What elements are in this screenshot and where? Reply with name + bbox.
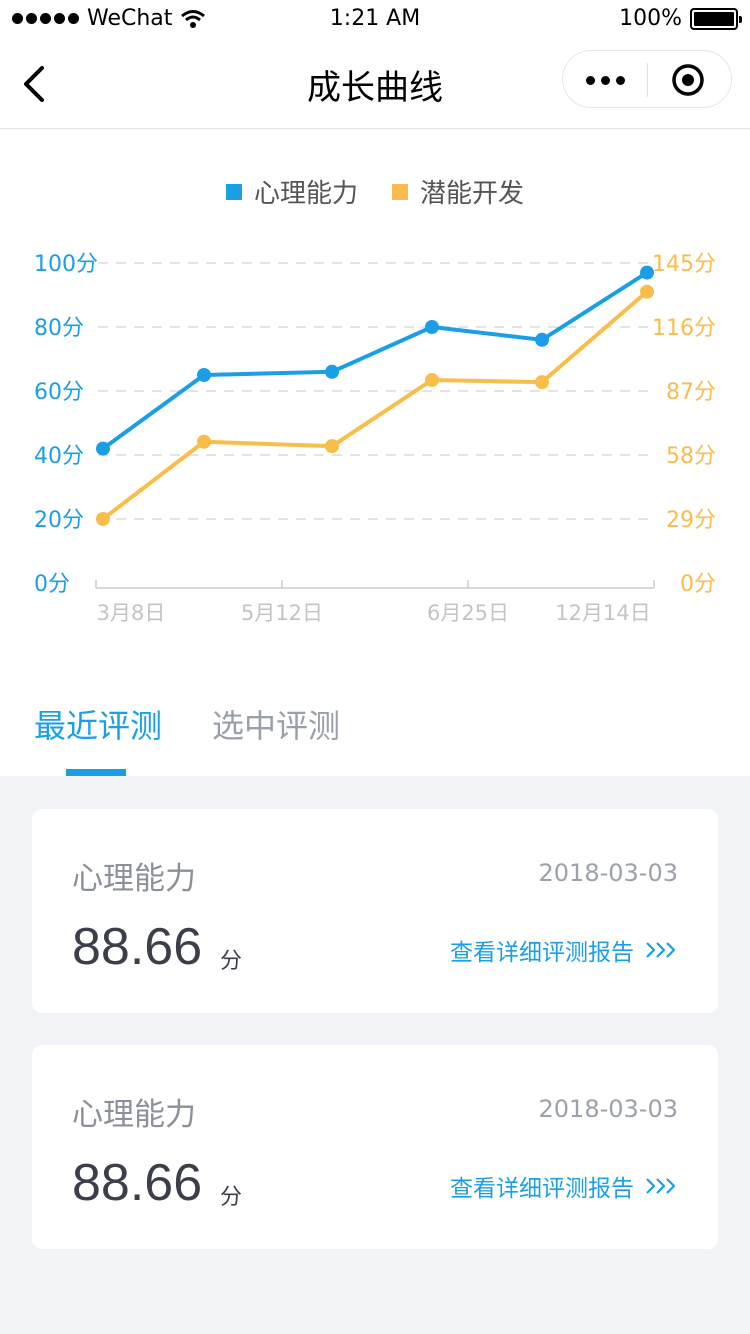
line-chart: 0分 0分 20分 29分 40分 58分 60分 87分 80分 116分 100分 145分 3月8… <box>34 252 716 625</box>
right-axis-tick-label: 116分 <box>652 316 716 341</box>
battery-percent: 100% <box>619 6 682 31</box>
series-point <box>325 364 339 379</box>
view-report-link[interactable]: 查看详细评测报告 <box>450 1169 678 1203</box>
legend-item-psychology[interactable]: 心理能力 <box>225 173 358 210</box>
page: WeChat 1:21 AM 100% 成长曲线 心理能力 潜能开发 0分 0分… <box>0 0 750 1334</box>
series-point <box>640 284 654 299</box>
mini-program-capsule <box>562 50 732 108</box>
series-point <box>425 372 439 387</box>
card-score-unit: 分 <box>220 949 243 974</box>
series-point <box>640 265 654 280</box>
series-point <box>325 439 339 454</box>
series-point <box>425 320 439 334</box>
status-right: 100% <box>619 6 742 31</box>
right-axis-tick-label: 29分 <box>666 508 716 533</box>
nav-bar: 成长曲线 <box>0 40 750 129</box>
capsule-divider <box>647 63 648 97</box>
legend-label: 心理能力 <box>253 179 358 209</box>
card-title: 心理能力 <box>72 1097 196 1133</box>
series-point <box>535 332 549 347</box>
right-axis-tick-label: 145分 <box>652 252 716 277</box>
x-axis-tick-label: 12月14日 <box>555 601 650 625</box>
chart-area: 心理能力 潜能开发 0分 0分 20分 29分 40分 58分 60分 87分 80分 116分 1… <box>0 129 750 776</box>
card-date: 2018-03-03 <box>538 859 678 887</box>
card-score: 88.66 <box>72 1154 203 1212</box>
left-axis-tick-label: 40分 <box>34 444 84 469</box>
series-point <box>197 368 211 382</box>
left-axis-tick-label: 60分 <box>34 380 84 405</box>
series-point <box>197 434 211 449</box>
x-axis-tick-label: 3月8日 <box>97 601 166 625</box>
triple-chevron-right-icon <box>646 1178 676 1194</box>
tab-active-indicator <box>66 769 126 776</box>
right-axis-tick-label: 0分 <box>680 572 716 597</box>
legend-label: 潜能开发 <box>420 179 525 209</box>
x-axis-tick-label: 5月12日 <box>241 601 323 625</box>
left-axis-tick-label: 100分 <box>34 252 98 277</box>
legend-swatch-orange <box>392 183 408 200</box>
left-axis-tick-label: 80分 <box>34 316 84 341</box>
close-mini-program-icon[interactable] <box>671 63 705 97</box>
view-report-label: 查看详细评测报告 <box>450 940 634 966</box>
status-bar: WeChat 1:21 AM 100% <box>0 0 750 40</box>
assessment-card[interactable]: 心理能力 2018-03-03 88.66 分 查看详细评测报告 <box>32 1045 718 1249</box>
card-score-unit: 分 <box>220 1185 243 1210</box>
left-axis-tick-label: 0分 <box>34 572 70 597</box>
series-point <box>96 512 110 526</box>
right-axis-tick-label: 58分 <box>666 444 716 469</box>
tab-selected-assessments[interactable]: 选中评测 <box>212 701 340 747</box>
assessment-card[interactable]: 心理能力 2018-03-03 88.66 分 查看详细评测报告 <box>32 809 718 1013</box>
card-date: 2018-03-03 <box>538 1095 678 1123</box>
battery-icon <box>690 7 742 30</box>
left-axis-tick-label: 20分 <box>34 508 84 533</box>
view-report-label: 查看详细评测报告 <box>450 1176 634 1202</box>
series-point <box>96 441 110 456</box>
right-axis-tick-label: 87分 <box>666 380 716 405</box>
legend-item-potential[interactable]: 潜能开发 <box>392 173 524 210</box>
series-point <box>535 375 549 390</box>
legend-swatch-blue <box>225 183 242 200</box>
view-report-link[interactable]: 查看详细评测报告 <box>450 933 678 967</box>
chart-legend: 心理能力 潜能开发 <box>0 173 750 210</box>
tab-recent-assessments[interactable]: 最近评测 <box>34 701 162 747</box>
more-options-icon[interactable] <box>563 51 647 109</box>
triple-chevron-right-icon <box>646 942 676 958</box>
card-title: 心理能力 <box>72 861 196 897</box>
card-score: 88.66 <box>72 918 203 976</box>
x-axis-tick-label: 6月25日 <box>427 601 509 625</box>
